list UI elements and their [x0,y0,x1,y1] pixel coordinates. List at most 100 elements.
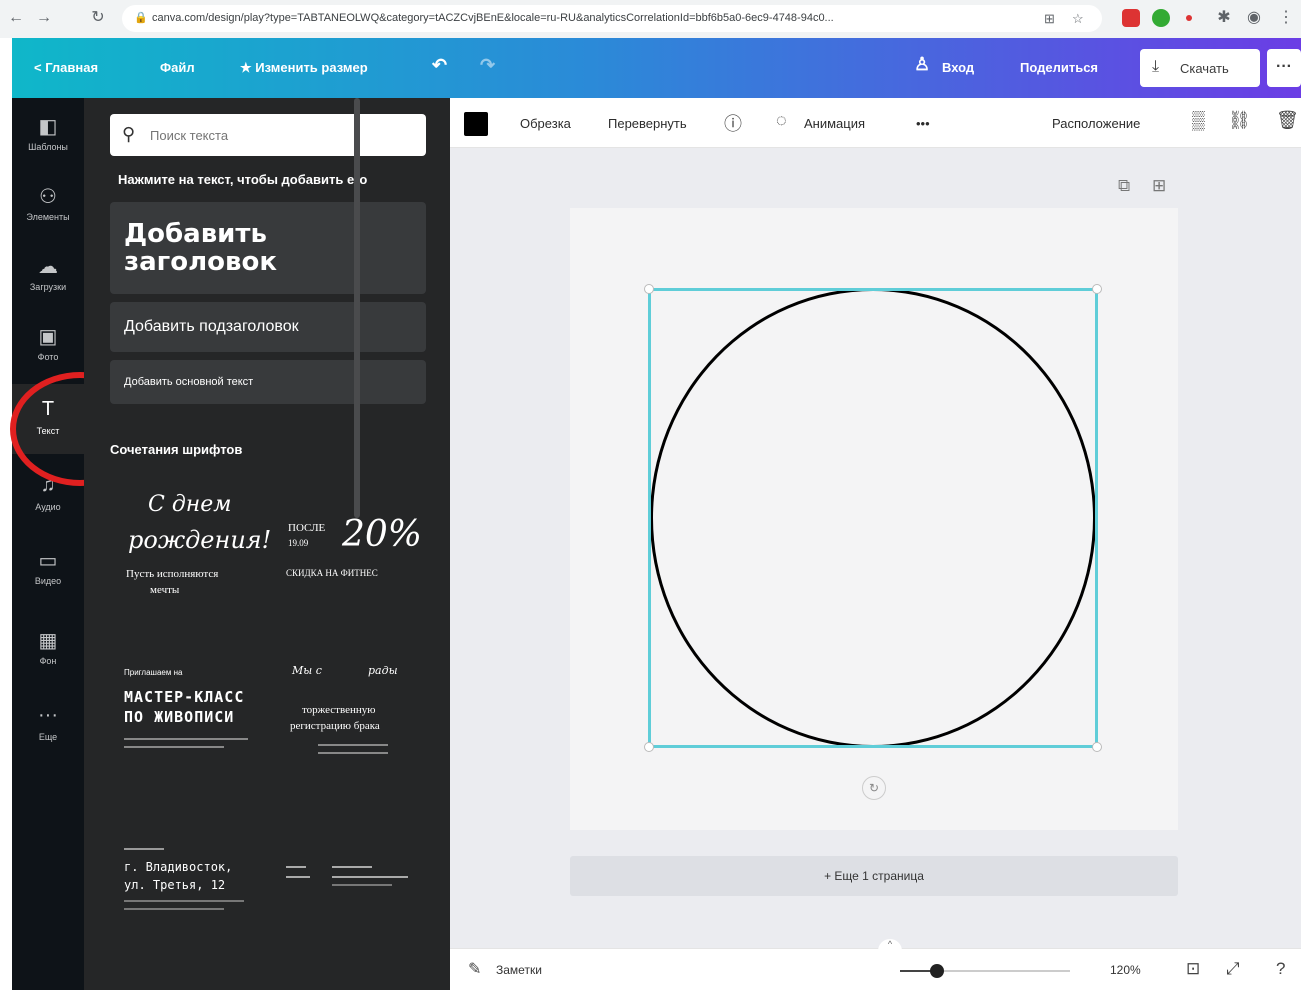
combo-text: 20% [342,514,423,555]
font-combo-address[interactable]: г. Владивосток, ул. Третья, 12 [124,848,264,928]
download-label: Скачать [1180,61,1229,76]
extension-icon-3[interactable] [1186,15,1192,21]
transparency-icon[interactable]: ▒ [1192,110,1205,131]
text-panel: ⚲ Нажмите на текст, чтобы добавить его Д… [84,98,450,990]
sidebar-item-templates[interactable]: ◧ Шаблоны [12,100,84,170]
zoom-level[interactable]: 120% [1110,963,1141,977]
combo-text: регистрацию брака [290,720,380,732]
signin-button[interactable]: Вход [942,60,974,75]
rotate-icon[interactable]: ↻ [862,776,886,800]
font-combo-wedding[interactable]: Мы с рады торжественную регистрацию брак… [288,664,418,764]
add-body-text-button[interactable]: Добавить основной текст [110,360,426,404]
combo-text: ПО ЖИВОПИСИ [124,708,235,726]
download-button[interactable]: ⤓ Скачать [1140,49,1260,87]
combo-text: Приглашаем на [124,668,183,677]
resize-handle-bottom-right[interactable] [1092,742,1102,752]
more-toolbar-button[interactable]: ••• [916,116,930,131]
position-button[interactable]: Расположение [1052,116,1140,131]
sidebar-item-label: Фото [37,352,59,362]
browser-menu-icon[interactable]: ⋮ [1276,8,1296,28]
sidebar-item-elements[interactable]: ⚇ Элементы [12,170,84,240]
extension-icon-1[interactable] [1122,9,1140,27]
combo-text: СКИДКА НА ФИТНЕС [286,568,378,578]
more-icon: ··· [38,704,58,726]
search-input[interactable] [150,124,410,146]
panel-scrollbar[interactable] [354,98,360,518]
combo-text: торжественную [302,704,376,716]
undo-icon[interactable]: ↶ [432,55,447,76]
reload-icon[interactable]: ↻ [88,8,108,28]
color-swatch[interactable] [464,112,488,136]
notes-button[interactable]: Заметки [496,963,542,977]
zoom-slider-thumb[interactable] [930,964,945,978]
design-page[interactable]: ↻ [570,208,1178,830]
search-box[interactable]: ⚲ [110,114,426,156]
add-heading-button[interactable]: Добавить заголовок [110,202,426,294]
redo-icon[interactable]: ↷ [480,55,495,76]
add-page-button[interactable]: + Еще 1 страница [570,856,1178,896]
sidebar-item-label: Еще [38,732,58,742]
animation-button[interactable]: Анимация [804,116,865,131]
flip-button[interactable]: Перевернуть [608,116,687,131]
url-text[interactable]: canva.com/design/play?type=TABTANEOLWQ&c… [152,12,1032,24]
duplicate-page-icon[interactable]: ⧉ [1118,176,1130,196]
panel-hint: Нажмите на текст, чтобы добавить его [118,172,368,187]
sidebar-item-label: Шаблоны [28,142,68,152]
combo-text: ул. Третья, 12 [124,878,226,892]
install-app-icon[interactable]: ⊞ [1044,11,1055,27]
sidebar-item-photos[interactable]: ▣ Фото [12,310,84,380]
resize-handle-top-right[interactable] [1092,284,1102,294]
resize-handle-top-left[interactable] [644,284,654,294]
animation-icon[interactable]: ◌ [776,110,787,131]
back-arrow-icon[interactable]: ← [6,8,26,28]
sidebar-item-uploads[interactable]: ☁ Загрузки [12,240,84,310]
profile-icon[interactable]: ◉ [1244,8,1264,28]
resize-handle-bottom-left[interactable] [644,742,654,752]
home-link[interactable]: < Главная [34,60,98,75]
user-icon[interactable]: ♙ [914,54,930,75]
add-body-label: Добавить основной текст [124,376,254,388]
more-options-button[interactable]: ··· [1267,49,1301,87]
puzzle-extensions-icon[interactable]: ✱ [1214,8,1234,28]
search-icon: ⚲ [122,124,136,144]
sidebar-item-label: Фон [39,656,57,666]
file-menu[interactable]: Файл [160,60,195,75]
extension-icon-2[interactable] [1152,9,1170,27]
sidebar-item-label: Аудио [35,502,61,512]
sidebar-item-backgrounds[interactable]: ▦ Фон [12,614,84,684]
address-bar[interactable]: 🔒 canva.com/design/play?type=TABTANEOLWQ… [122,5,1102,32]
context-toolbar: Обрезка Перевернуть ⓘ ◌ Анимация ••• Рас… [450,98,1301,148]
help-icon[interactable]: ? [1276,959,1285,979]
share-button[interactable]: Поделиться [1020,60,1098,75]
combo-text: Пусть исполняются [126,568,219,580]
sidebar-item-label: Элементы [26,212,70,222]
combo-text: мечты [150,584,180,596]
font-combo-date[interactable] [286,862,416,902]
photos-icon: ▣ [38,326,58,348]
video-icon: ▭ [38,550,58,572]
editor-header: < Главная Файл ★ Изменить размер ↶ ↷ ♙ В… [12,38,1301,98]
font-combinations-title: Сочетания шрифтов [110,442,243,457]
templates-icon: ◧ [38,116,58,138]
combo-text: ПОСЛЕ [288,522,326,534]
resize-button[interactable]: ★ Изменить размер [240,60,368,76]
trash-icon[interactable]: 🗑 [1276,110,1299,131]
info-icon[interactable]: ⓘ [724,110,742,136]
forward-arrow-icon[interactable]: → [34,8,54,28]
add-subheading-button[interactable]: Добавить подзаголовок [110,302,426,352]
font-combo-masterclass[interactable]: Приглашаем на МАСТЕР-КЛАСС ПО ЖИВОПИСИ [124,668,264,768]
font-combo-birthday[interactable]: С днем рождения! Пусть исполняются мечты [124,492,271,612]
sidebar-item-video[interactable]: ▭ Видео [12,534,84,604]
elements-icon: ⚇ [39,186,57,208]
font-combo-discount[interactable]: ПОСЛЕ 19.09 20% СКИДКА НА ФИТНЕС [286,514,422,604]
crop-button[interactable]: Обрезка [520,116,571,131]
bookmark-star-icon[interactable]: ☆ [1072,11,1084,27]
add-page-icon[interactable]: ⊞ [1152,176,1166,196]
sidebar-item-more[interactable]: ··· Еще [12,690,84,760]
combo-text: МАСТЕР-КЛАСС [124,688,245,706]
fullscreen-icon[interactable]: ⤢ [1226,959,1240,979]
page-grid-icon[interactable]: ⊡ [1186,959,1200,979]
notes-icon[interactable]: ✎ [468,959,481,979]
link-icon[interactable]: ⛓ [1228,110,1251,131]
add-heading-label: Добавить заголовок [124,219,277,277]
